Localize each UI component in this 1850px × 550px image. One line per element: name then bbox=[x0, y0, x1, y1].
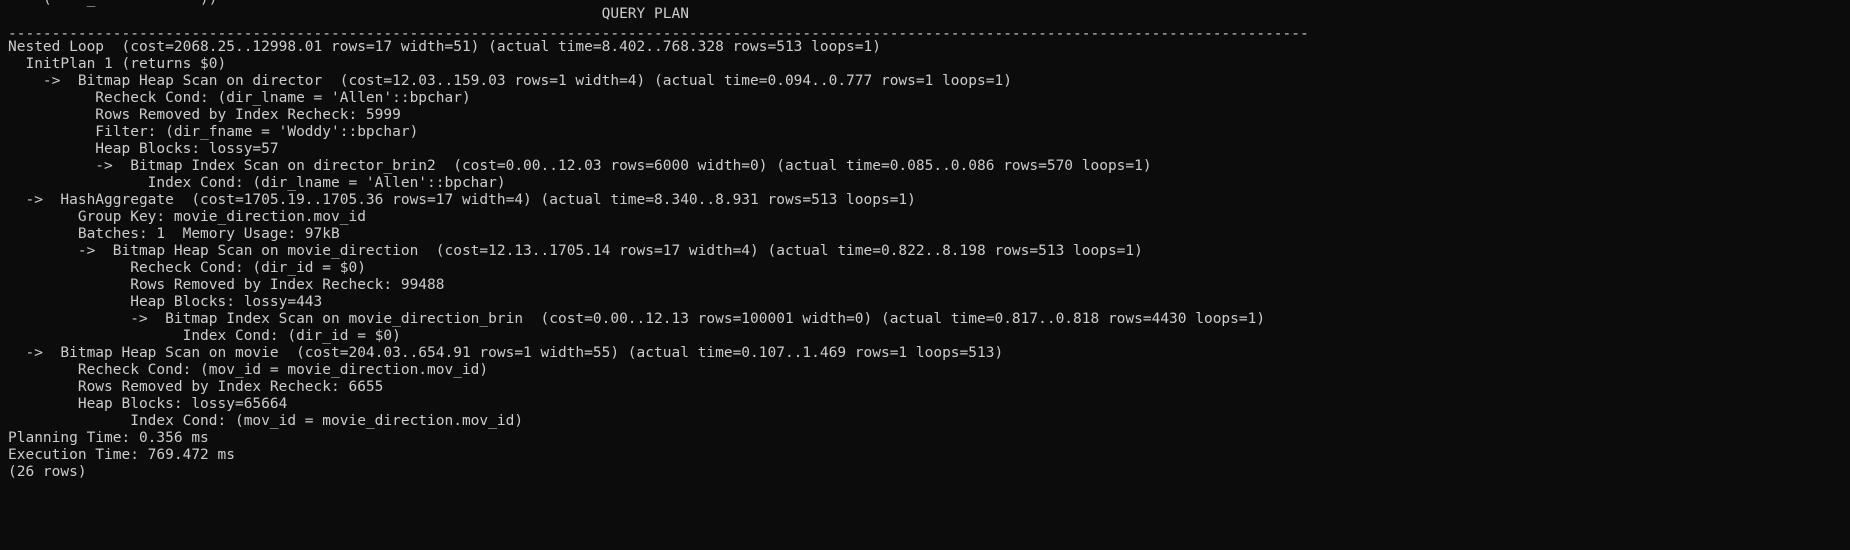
terminal-window[interactable]: ( _ )) QUERY PLAN ----------------------… bbox=[0, 0, 1850, 550]
query-plan-header: QUERY PLAN bbox=[8, 6, 689, 22]
row-count-line: (26 rows) bbox=[8, 464, 87, 480]
